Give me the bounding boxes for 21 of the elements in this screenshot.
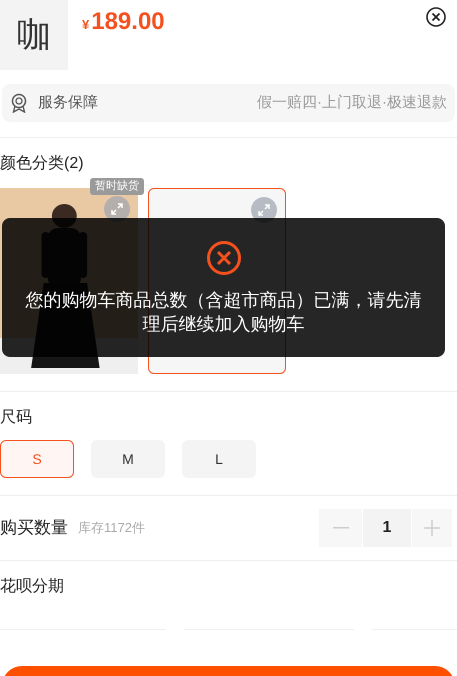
toast-text: 您的购物车商品总数（含超市商品）已满，请先清理后继续加入购物车 xyxy=(24,289,422,336)
section-title: 颜色分类(2) xyxy=(0,154,85,174)
minus-icon xyxy=(332,527,348,529)
size-option[interactable]: L xyxy=(182,440,256,478)
currency-symbol: ¥ xyxy=(82,16,90,34)
rosette-icon xyxy=(10,93,28,113)
plus-icon xyxy=(424,520,440,536)
error-icon xyxy=(206,240,242,276)
service-guarantee-bar[interactable]: 服务保障 假一赔四·上门取退·极速退款 xyxy=(2,84,455,122)
size-option[interactable]: M xyxy=(91,440,165,478)
section-title: 购买数量 xyxy=(0,517,68,540)
section-title: 尺码 xyxy=(0,408,33,428)
quantity-field[interactable]: 1 xyxy=(363,509,411,547)
out-of-stock-badge: 暂时缺货 xyxy=(90,178,144,194)
close-icon[interactable] xyxy=(425,6,447,28)
product-thumbnail: 咖 xyxy=(0,0,68,70)
service-label: 服务保障 xyxy=(38,92,98,113)
stock-count: 库存1172件 xyxy=(78,519,145,538)
service-details: 假一赔四·上门取退·极速退款 xyxy=(257,92,447,113)
price: 189.00 xyxy=(91,7,165,37)
section-title: 花呗分期 xyxy=(0,576,65,597)
